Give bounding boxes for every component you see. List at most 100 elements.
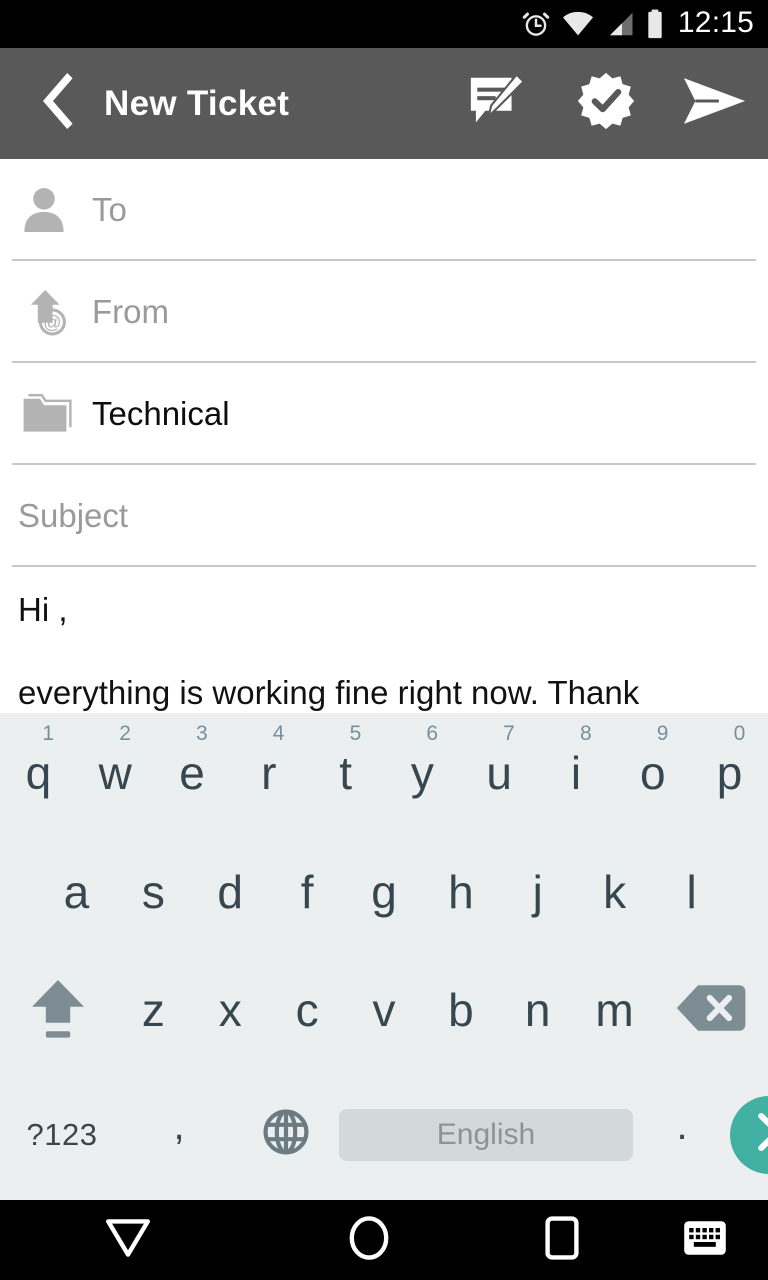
key-d-label: d xyxy=(217,866,244,918)
compose-note-icon xyxy=(467,70,529,137)
key-t-number: 5 xyxy=(349,722,362,745)
symbols-key[interactable]: ?123 xyxy=(0,1069,124,1200)
send-button[interactable] xyxy=(660,48,768,159)
key-o[interactable]: 9o xyxy=(614,713,691,833)
phone-screen: 12:15 New Ticket To @ From Technical Sub… xyxy=(0,0,768,1280)
field-body[interactable]: Hi , everything is working fine right no… xyxy=(0,567,768,715)
keyboard-row-2: a s d f g h j k l xyxy=(0,833,768,951)
alarm-icon xyxy=(521,9,551,39)
field-category[interactable]: Technical xyxy=(0,363,768,465)
key-i-number: 8 xyxy=(579,722,592,745)
key-a-label: a xyxy=(63,866,90,918)
field-subject[interactable]: Subject xyxy=(0,465,768,567)
language-key[interactable] xyxy=(234,1069,338,1200)
key-u[interactable]: 7u xyxy=(461,713,538,833)
key-o-label: o xyxy=(639,747,666,799)
key-u-label: u xyxy=(486,747,512,799)
body-line-1: Hi , xyxy=(18,591,68,628)
settings-check-icon xyxy=(575,70,637,137)
comma-key[interactable]: , xyxy=(124,1069,234,1200)
key-l-label: l xyxy=(686,866,697,918)
key-q[interactable]: 1q xyxy=(0,713,77,833)
nav-home-circle-icon xyxy=(348,1215,390,1266)
key-f[interactable]: f xyxy=(269,833,346,951)
key-w-label: w xyxy=(98,747,132,799)
key-d[interactable]: d xyxy=(192,833,269,951)
nav-hide-keyboard-button[interactable] xyxy=(642,1200,768,1280)
key-x[interactable]: x xyxy=(192,951,269,1069)
field-to-value: To xyxy=(92,191,127,228)
key-r-number: 4 xyxy=(272,722,285,745)
key-v-label: v xyxy=(372,984,396,1036)
keyboard-row-4: ?123 , English . xyxy=(0,1069,768,1200)
key-w[interactable]: 2w xyxy=(77,713,154,833)
key-y-label: y xyxy=(410,747,434,799)
key-v[interactable]: v xyxy=(346,951,423,1069)
key-b[interactable]: b xyxy=(422,951,499,1069)
nav-recents-button[interactable] xyxy=(482,1200,642,1280)
nav-hide-keyboard-icon xyxy=(683,1220,727,1261)
cellular-signal-icon xyxy=(605,9,635,39)
person-icon xyxy=(22,186,76,234)
nav-home-button[interactable] xyxy=(256,1200,482,1280)
key-j[interactable]: j xyxy=(499,833,576,951)
key-o-number: 9 xyxy=(656,722,669,745)
key-w-number: 2 xyxy=(119,722,131,745)
comma-key-label: , xyxy=(173,1104,185,1148)
folder-icon xyxy=(22,392,76,436)
enter-key[interactable] xyxy=(730,1069,768,1200)
app-bar-actions xyxy=(444,48,768,159)
key-p[interactable]: 0p xyxy=(691,713,768,833)
field-to[interactable]: To xyxy=(0,159,768,261)
key-c[interactable]: c xyxy=(269,951,346,1069)
symbols-key-label: ?123 xyxy=(26,1116,98,1152)
key-h[interactable]: h xyxy=(422,833,499,951)
key-a[interactable]: a xyxy=(38,833,115,951)
keyboard-row-1: 1q 2w 3e 4r 5t 6y 7u 8i 9o 0p xyxy=(0,713,768,833)
nav-back-button[interactable] xyxy=(0,1200,256,1280)
settings-check-button[interactable] xyxy=(552,48,660,159)
field-category-value: Technical xyxy=(92,395,230,432)
key-x-label: x xyxy=(218,984,242,1036)
keyboard-row-3: z x c v b n m xyxy=(0,951,768,1069)
key-m[interactable]: m xyxy=(576,951,653,1069)
key-l[interactable]: l xyxy=(653,833,730,951)
key-r[interactable]: 4r xyxy=(230,713,307,833)
key-i-label: i xyxy=(570,747,582,799)
back-button[interactable] xyxy=(20,73,98,134)
key-g[interactable]: g xyxy=(346,833,423,951)
shift-key[interactable] xyxy=(0,951,115,1069)
key-s[interactable]: s xyxy=(115,833,192,951)
backspace-icon xyxy=(675,982,747,1039)
enter-key-circle[interactable] xyxy=(730,1095,768,1174)
enter-chevron-icon xyxy=(752,1112,768,1157)
space-key-label: English xyxy=(436,1117,536,1151)
key-p-label: p xyxy=(716,747,743,799)
field-from-value: From xyxy=(92,293,169,330)
key-y-number: 6 xyxy=(426,722,439,745)
key-k[interactable]: k xyxy=(576,833,653,951)
key-k-label: k xyxy=(603,866,627,918)
backspace-key[interactable] xyxy=(653,951,768,1069)
key-p-number: 0 xyxy=(733,722,746,745)
key-y[interactable]: 6y xyxy=(384,713,461,833)
key-u-number: 7 xyxy=(503,722,515,745)
key-t[interactable]: 5t xyxy=(307,713,384,833)
svg-text:@: @ xyxy=(43,313,61,333)
key-z[interactable]: z xyxy=(115,951,192,1069)
compose-note-button[interactable] xyxy=(444,48,552,159)
key-r-label: r xyxy=(261,747,277,799)
page-title: New Ticket xyxy=(104,83,290,123)
key-i[interactable]: 8i xyxy=(538,713,615,833)
spacebar[interactable]: English xyxy=(339,1108,633,1161)
period-key[interactable]: . xyxy=(634,1069,730,1200)
key-n-label: n xyxy=(524,984,551,1036)
key-f-label: f xyxy=(300,866,314,918)
field-from[interactable]: @ From xyxy=(0,261,768,363)
wifi-icon xyxy=(562,9,594,39)
key-e[interactable]: 3e xyxy=(154,713,231,833)
key-n[interactable]: n xyxy=(499,951,576,1069)
space-key[interactable]: English xyxy=(338,1069,634,1200)
key-h-label: h xyxy=(448,866,474,918)
key-e-number: 3 xyxy=(195,722,208,745)
